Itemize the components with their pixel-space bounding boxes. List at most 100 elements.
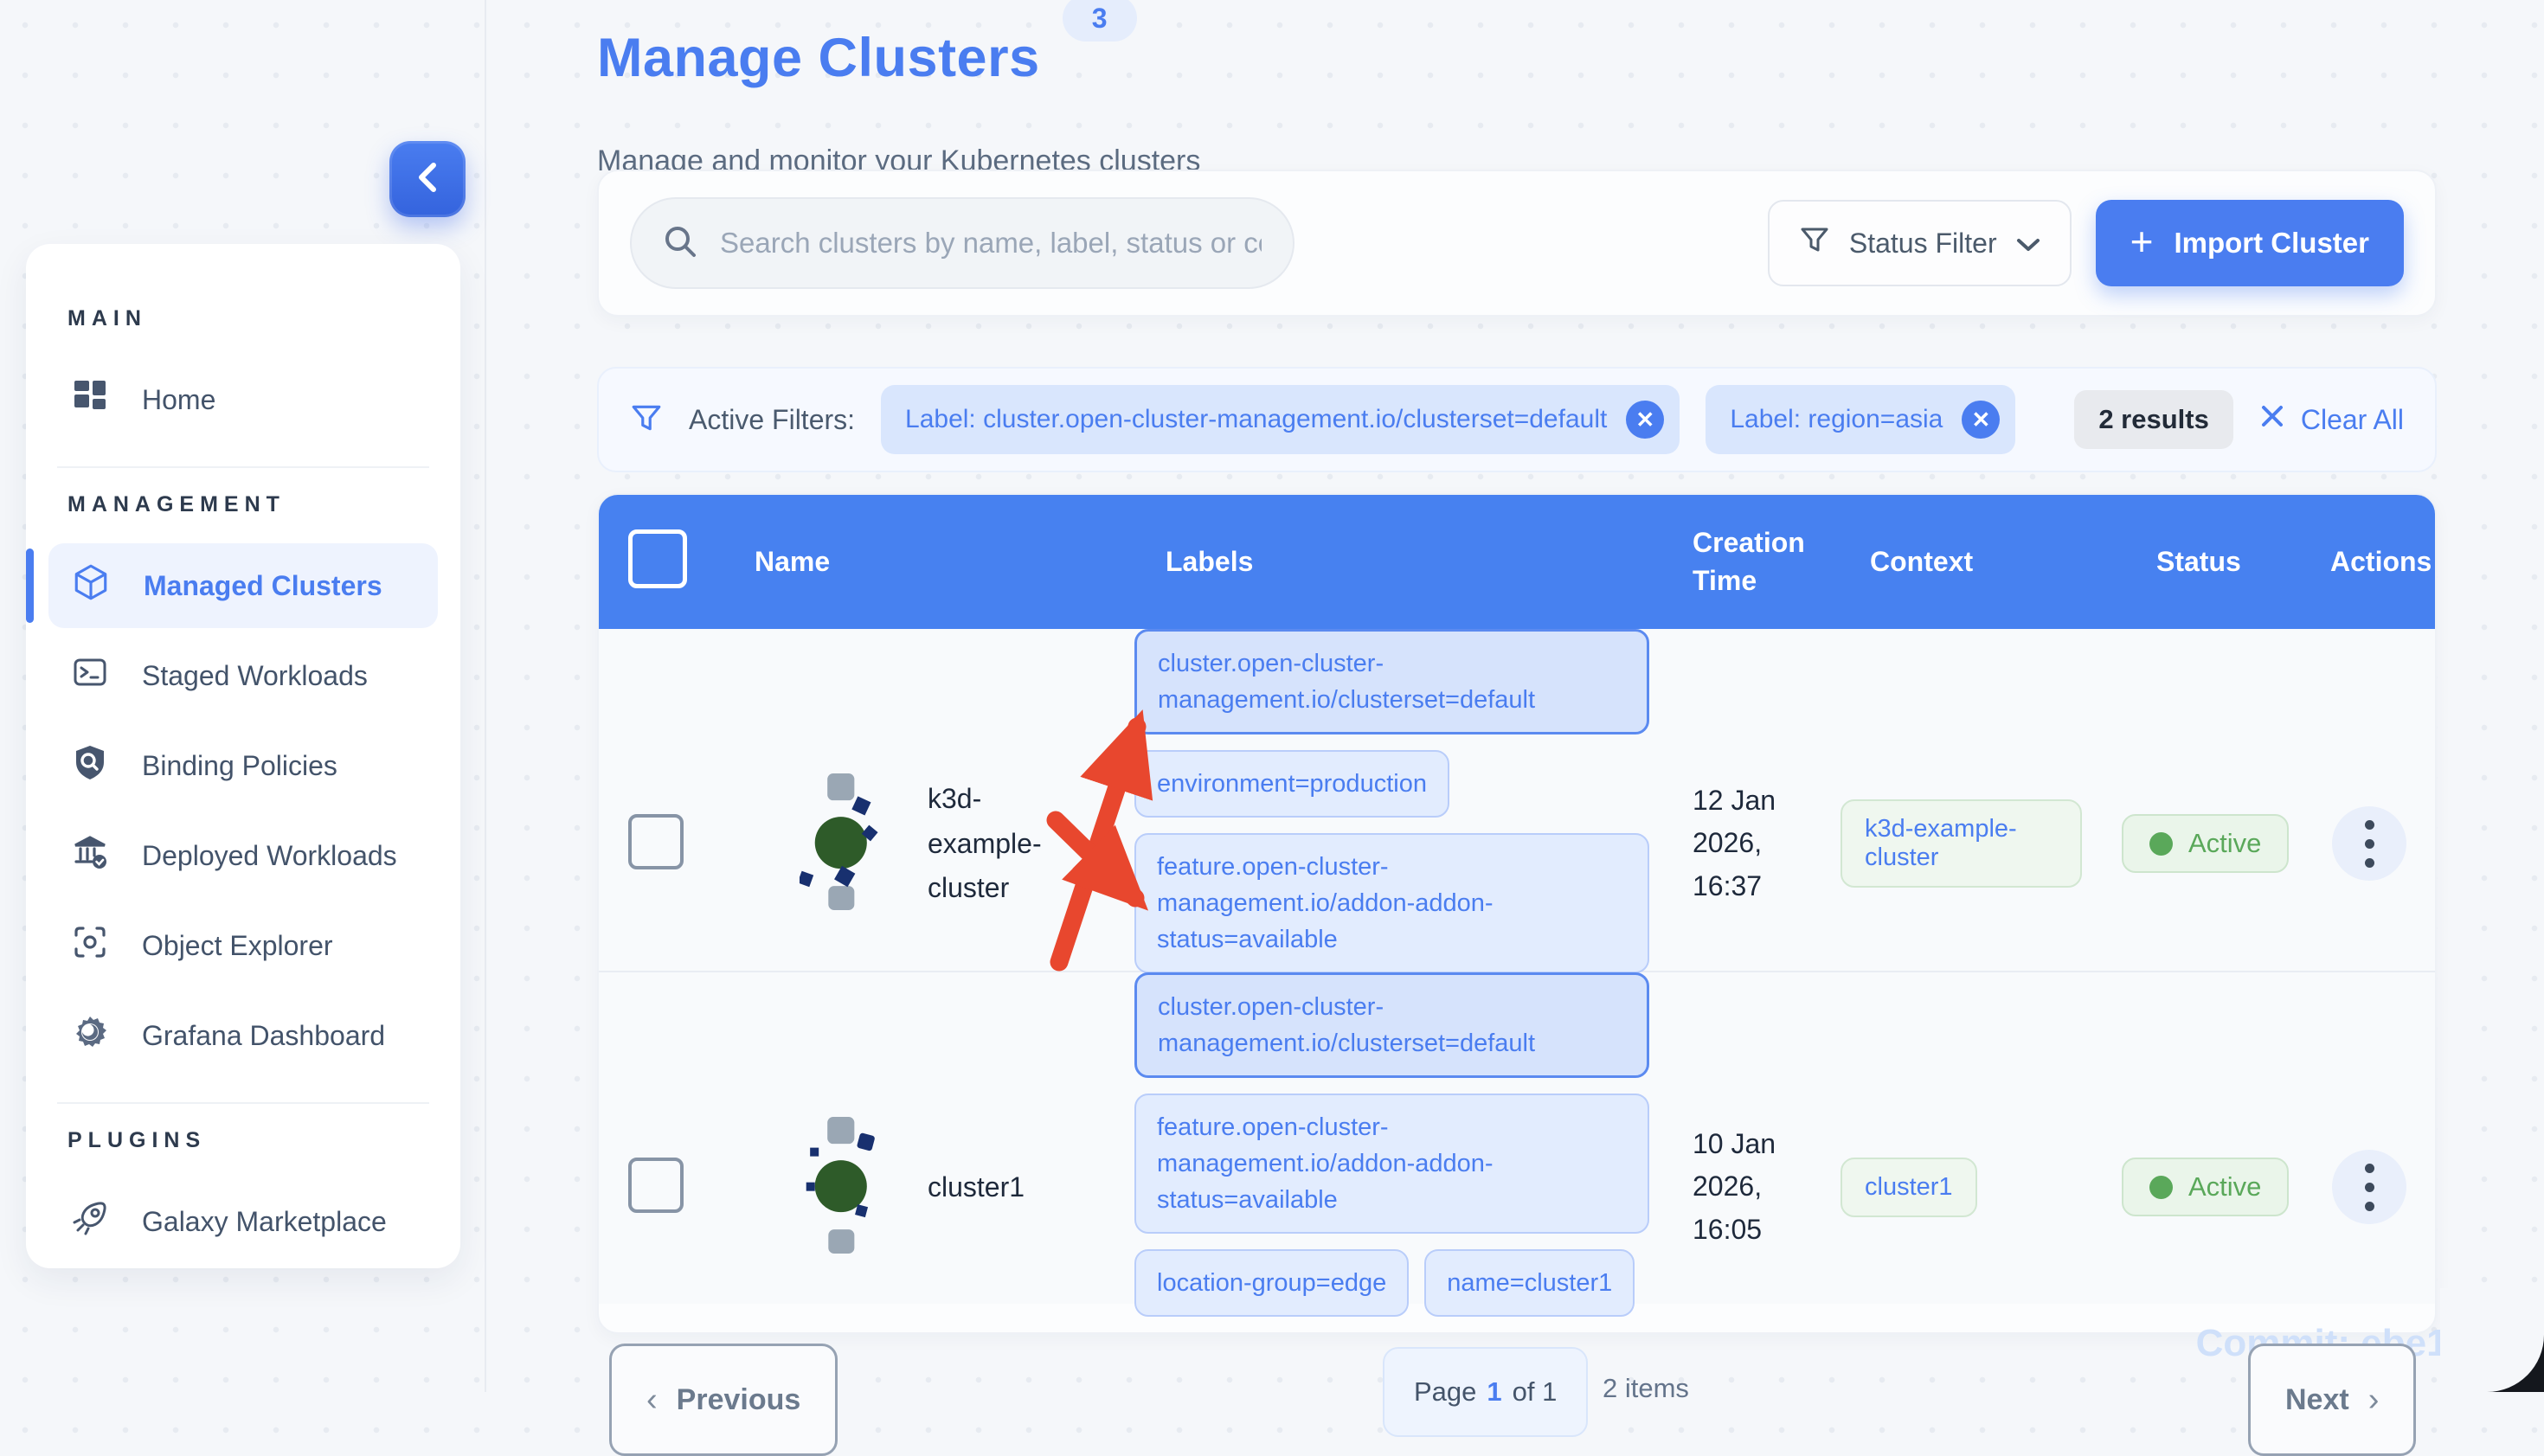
cube-icon <box>71 562 111 609</box>
remove-filter-icon[interactable]: ✕ <box>1626 401 1664 439</box>
column-header-labels: Labels <box>1091 546 1649 578</box>
column-header-context: Context <box>1809 546 2082 578</box>
search-icon <box>661 222 699 265</box>
sidebar: MAIN Home MANAGEMENT Managed Clusters St… <box>26 244 460 1268</box>
cluster-logo <box>800 1117 886 1258</box>
chevron-left-icon: ‹ <box>646 1382 658 1419</box>
table-header-row: Name Labels Creation Time Context Status… <box>599 495 2435 629</box>
sidebar-item-object-explorer[interactable]: Object Explorer <box>48 903 438 988</box>
sidebar-divider <box>57 466 429 468</box>
cluster-count-badge: 3 <box>1063 0 1137 42</box>
sidebar-section-plugins: PLUGINS <box>67 1128 438 1153</box>
main-content: Manage Clusters 3 Manage and monitor you… <box>597 0 2437 178</box>
sidebar-section-main: MAIN <box>67 306 438 331</box>
clear-all-filters-button[interactable]: Clear All <box>2259 403 2404 436</box>
column-header-status: Status <box>2082 546 2277 578</box>
row-checkbox[interactable] <box>628 1158 684 1213</box>
label-chip: cluster.open-cluster-management.io/clust… <box>1134 629 1649 734</box>
chevron-left-icon <box>413 160 442 199</box>
status-dot-icon <box>2149 1176 2173 1199</box>
import-cluster-button[interactable]: + Import Cluster <box>2096 200 2404 286</box>
funnel-icon <box>1799 224 1830 262</box>
sidebar-item-deployed-workloads[interactable]: Deployed Workloads <box>48 813 438 898</box>
sidebar-item-label: Managed Clusters <box>144 570 382 602</box>
label-chip: feature.open-cluster-management.io/addon… <box>1134 1094 1649 1234</box>
plus-icon: + <box>2130 221 2154 261</box>
clear-all-label: Clear All <box>2301 404 2404 436</box>
cluster-logo <box>800 773 886 914</box>
sidebar-item-grafana-dashboard[interactable]: Grafana Dashboard <box>48 993 438 1078</box>
shield-search-icon <box>71 743 109 788</box>
context-chip: cluster1 <box>1841 1158 1977 1217</box>
column-header-name: Name <box>697 546 1091 578</box>
sidebar-item-label: Grafana Dashboard <box>142 1020 385 1052</box>
sidebar-divider <box>57 1102 429 1104</box>
sidebar-collapse-button[interactable] <box>389 141 466 217</box>
cluster-name: k3d-example-cluster <box>928 777 1066 910</box>
close-icon <box>2259 403 2285 436</box>
page-indicator: Page 1 of 1 <box>1383 1347 1588 1437</box>
sidebar-content-divider <box>485 0 486 1392</box>
scan-target-icon <box>71 923 109 968</box>
terminal-icon <box>71 653 109 698</box>
current-page-number: 1 <box>1487 1376 1501 1408</box>
search-input[interactable] <box>718 226 1263 260</box>
import-cluster-label: Import Cluster <box>2174 227 2369 260</box>
sidebar-item-staged-workloads[interactable]: Staged Workloads <box>48 633 438 718</box>
previous-page-button[interactable]: ‹ Previous <box>609 1344 838 1456</box>
creation-time: 12 Jan 2026, 16:37 <box>1649 779 1809 908</box>
filter-chip-clusterset: Label: cluster.open-cluster-management.i… <box>881 385 1680 454</box>
bank-check-icon <box>71 833 109 878</box>
previous-label: Previous <box>677 1383 801 1417</box>
creation-time: 10 Jan 2026, 16:05 <box>1649 1123 1809 1252</box>
label-chip: feature.open-cluster-management.io/addon… <box>1134 833 1649 973</box>
grafana-icon <box>71 1013 109 1058</box>
filter-chip-region: Label: region=asia ✕ <box>1706 385 2015 454</box>
clusters-table: Name Labels Creation Time Context Status… <box>597 493 2437 1334</box>
label-chip: cluster.open-cluster-management.io/clust… <box>1134 972 1649 1078</box>
chevron-down-icon <box>2016 228 2040 260</box>
filter-chip-text: Label: region=asia <box>1730 405 1943 434</box>
results-count-badge: 2 results <box>2074 390 2233 449</box>
label-chip: environment=production <box>1134 750 1449 818</box>
remove-filter-icon[interactable]: ✕ <box>1962 401 2000 439</box>
sidebar-item-label: Galaxy Marketplace <box>142 1206 387 1238</box>
column-header-creation-time: Creation Time <box>1649 524 1809 599</box>
search-box[interactable] <box>630 197 1294 289</box>
sidebar-item-label: Binding Policies <box>142 750 337 782</box>
sidebar-item-label: Home <box>142 384 215 416</box>
row-actions-kebab-button[interactable] <box>2332 806 2406 881</box>
sidebar-item-label: Staged Workloads <box>142 660 368 692</box>
grid-icon <box>71 377 109 422</box>
items-count: 2 items <box>1603 1373 1689 1404</box>
status-filter-button[interactable]: Status Filter <box>1768 200 2072 286</box>
label-chip: region=asia <box>1134 1332 1312 1334</box>
status-filter-label: Status Filter <box>1849 228 1997 260</box>
rocket-icon <box>71 1199 109 1244</box>
filter-chip-text: Label: cluster.open-cluster-management.i… <box>905 405 1607 434</box>
sidebar-item-binding-policies[interactable]: Binding Policies <box>48 723 438 808</box>
row-checkbox[interactable] <box>628 814 684 869</box>
page-title: Manage Clusters <box>597 31 1040 86</box>
status-badge: Active <box>2122 814 2289 873</box>
funnel-icon-blue <box>630 401 663 439</box>
sidebar-item-galaxy-marketplace[interactable]: Galaxy Marketplace <box>48 1179 438 1264</box>
next-label: Next <box>2285 1383 2349 1417</box>
table-row: cluster1 cluster.open-cluster-management… <box>599 971 2435 1304</box>
status-badge: Active <box>2122 1158 2289 1216</box>
context-chip: k3d-example-cluster <box>1841 799 2082 888</box>
next-page-button[interactable]: Next › <box>2248 1344 2416 1456</box>
sidebar-item-managed-clusters[interactable]: Managed Clusters <box>48 543 438 628</box>
column-header-actions: Actions <box>2277 546 2432 578</box>
toolbar-card: Status Filter + Import Cluster <box>597 170 2437 317</box>
sidebar-item-home[interactable]: Home <box>48 357 438 442</box>
sidebar-item-label: Deployed Workloads <box>142 840 397 872</box>
label-chip: location-group=edge <box>1134 1249 1409 1317</box>
chevron-right-icon: › <box>2368 1382 2380 1419</box>
status-dot-icon <box>2149 832 2173 856</box>
select-all-checkbox[interactable] <box>628 529 687 588</box>
row-actions-kebab-button[interactable] <box>2332 1150 2406 1224</box>
label-chip: name=cluster1 <box>1424 1249 1635 1317</box>
pagination: ‹ Previous Page 1 of 1 2 items Next › <box>597 1344 2437 1447</box>
active-filters-bar: Active Filters: Label: cluster.open-clus… <box>597 367 2437 472</box>
